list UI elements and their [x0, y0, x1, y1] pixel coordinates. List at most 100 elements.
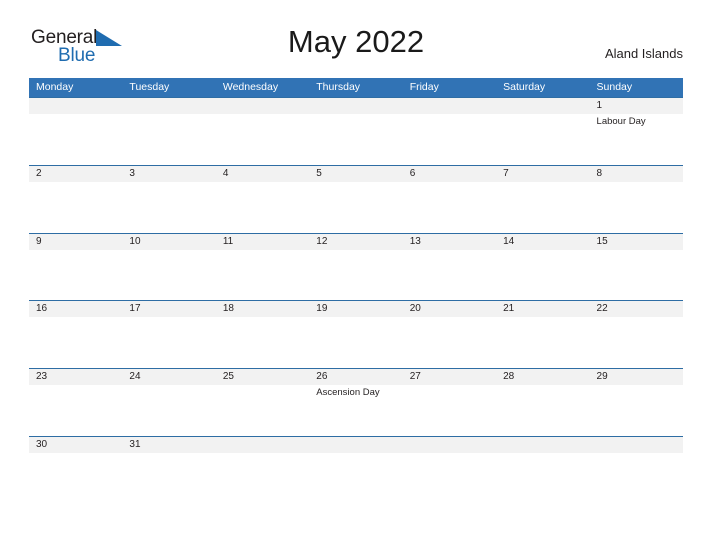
- day-event: [503, 250, 589, 251]
- day-event: [316, 182, 402, 183]
- day-cell[interactable]: 27: [403, 369, 496, 436]
- day-cell[interactable]: 9: [29, 234, 122, 301]
- day-cell[interactable]: 12: [309, 234, 402, 301]
- day-cell[interactable]: 3: [122, 166, 215, 233]
- day-cell[interactable]: 6: [403, 166, 496, 233]
- week-row: 23 24 25 26 Ascension Day 27 28 29: [29, 368, 683, 436]
- day-number: 20: [409, 303, 421, 315]
- day-cell[interactable]: 30: [29, 437, 122, 504]
- day-event: [36, 182, 122, 183]
- day-number: 21: [503, 303, 515, 315]
- week-row: 30 31: [29, 435, 683, 504]
- day-cell[interactable]: [590, 437, 683, 504]
- day-cell[interactable]: [29, 98, 122, 165]
- day-number: 13: [409, 235, 421, 247]
- day-number: 14: [503, 235, 515, 247]
- day-cell[interactable]: [216, 437, 309, 504]
- day-event: [410, 182, 496, 183]
- day-event: [36, 98, 122, 99]
- day-cell[interactable]: 31: [122, 437, 215, 504]
- day-number: 11: [222, 235, 234, 247]
- day-number: 15: [596, 235, 608, 247]
- day-event: [597, 317, 683, 318]
- day-cell[interactable]: 2: [29, 166, 122, 233]
- day-event: [597, 437, 683, 438]
- day-number: 6: [409, 167, 416, 179]
- day-event: [410, 385, 496, 386]
- day-number: 16: [36, 303, 48, 315]
- day-cell[interactable]: 7: [496, 166, 589, 233]
- day-cell[interactable]: 13: [403, 234, 496, 301]
- day-event: [223, 437, 309, 438]
- day-number: 25: [222, 371, 234, 383]
- day-cell[interactable]: [216, 98, 309, 165]
- day-event: [129, 453, 215, 454]
- day-event: [503, 98, 589, 99]
- day-event: [316, 317, 402, 318]
- day-cell[interactable]: 16: [29, 301, 122, 368]
- day-cell[interactable]: 1 Labour Day: [590, 98, 683, 165]
- day-cell[interactable]: 20: [403, 301, 496, 368]
- day-cell[interactable]: 18: [216, 301, 309, 368]
- day-cell[interactable]: 14: [496, 234, 589, 301]
- day-number: 31: [129, 438, 141, 450]
- day-event: [129, 250, 215, 251]
- day-event: [129, 98, 215, 99]
- weekday-header-wednesday: Wednesday: [222, 81, 279, 93]
- weekday-header-sunday: Sunday: [596, 81, 633, 93]
- day-cell[interactable]: [403, 437, 496, 504]
- day-event: Ascension Day: [316, 387, 380, 399]
- day-number: 10: [129, 235, 141, 247]
- day-cell[interactable]: 8: [590, 166, 683, 233]
- day-event: [223, 250, 309, 251]
- week-row: 9 10 11 12 13 14 15: [29, 232, 683, 301]
- day-event: [223, 385, 309, 386]
- day-cell[interactable]: [403, 98, 496, 165]
- day-cell[interactable]: [122, 98, 215, 165]
- day-number: 1: [596, 100, 603, 111]
- day-event: [597, 250, 683, 251]
- day-number: 18: [222, 303, 234, 315]
- day-event: [36, 250, 122, 251]
- day-number: 29: [596, 371, 608, 383]
- day-cell[interactable]: 26 Ascension Day: [309, 369, 402, 436]
- day-event: [36, 317, 122, 318]
- day-cell[interactable]: [309, 437, 402, 504]
- day-cell[interactable]: 11: [216, 234, 309, 301]
- day-number: 28: [503, 371, 515, 383]
- day-cell[interactable]: [496, 98, 589, 165]
- day-number: 26: [316, 371, 328, 383]
- day-number: 23: [36, 371, 48, 383]
- day-number: 24: [129, 371, 141, 383]
- day-cell[interactable]: 4: [216, 166, 309, 233]
- day-number: 12: [316, 235, 328, 247]
- day-event: [223, 98, 309, 99]
- day-cell[interactable]: 23: [29, 369, 122, 436]
- day-event: [410, 437, 496, 438]
- day-cell[interactable]: 10: [122, 234, 215, 301]
- day-number: 8: [596, 167, 603, 179]
- day-event: [316, 98, 402, 99]
- day-cell[interactable]: 19: [309, 301, 402, 368]
- day-cell[interactable]: [496, 437, 589, 504]
- day-event: [36, 453, 122, 454]
- day-number: 9: [36, 235, 42, 247]
- day-number: 19: [316, 303, 328, 315]
- day-cell[interactable]: 25: [216, 369, 309, 436]
- day-number: 2: [36, 167, 42, 179]
- day-number: 27: [409, 371, 421, 383]
- day-cell[interactable]: [309, 98, 402, 165]
- day-cell[interactable]: 5: [309, 166, 402, 233]
- day-cell[interactable]: 24: [122, 369, 215, 436]
- day-cell[interactable]: 21: [496, 301, 589, 368]
- day-number: 7: [503, 167, 509, 179]
- day-event: [503, 437, 589, 438]
- day-cell[interactable]: 22: [590, 301, 683, 368]
- day-event: [129, 317, 215, 318]
- day-cell[interactable]: 15: [590, 234, 683, 301]
- day-cell[interactable]: 28: [496, 369, 589, 436]
- day-event: [36, 385, 122, 386]
- day-cell[interactable]: 29: [590, 369, 683, 436]
- calendar-page: General Blue May 2022 Aland Islands Mond…: [0, 0, 712, 550]
- day-cell[interactable]: 17: [122, 301, 215, 368]
